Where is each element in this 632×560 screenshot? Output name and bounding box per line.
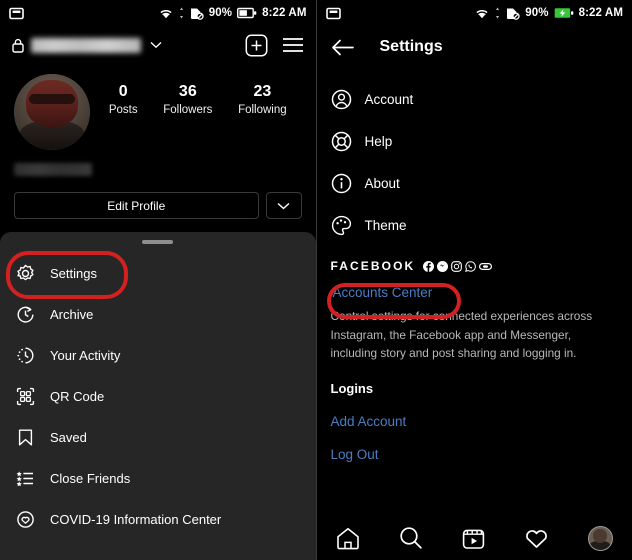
sheet-item-archive[interactable]: Archive: [0, 294, 316, 335]
full-name-censored: [14, 163, 92, 176]
chevron-down-icon[interactable]: [150, 41, 162, 49]
sheet-item-covid-info[interactable]: COVID-19 Information Center: [0, 499, 316, 540]
bookmark-icon: [16, 428, 42, 447]
stat-followers[interactable]: 36 Followers: [163, 82, 212, 119]
settings-item-help[interactable]: Help: [317, 120, 632, 162]
screenshot-root: 90% 8:22 AM 0 Posts 36 Followers 23 Foll…: [0, 0, 632, 560]
star-list-icon: [16, 469, 42, 488]
photo-icon: [325, 7, 341, 20]
page-title: Settings: [379, 38, 443, 55]
settings-item-label: Help: [364, 133, 393, 149]
info-icon: [331, 173, 355, 194]
updown-arrows-icon: [179, 7, 184, 19]
archive-clock-icon: [16, 305, 42, 324]
facebook-description: Control settings for connected experienc…: [330, 309, 593, 360]
battery-icon: [237, 7, 257, 19]
plus-square-icon[interactable]: [245, 34, 268, 57]
profile-buttons: Edit Profile: [0, 176, 316, 219]
bottom-sheet-menu: Settings Archive Your Activity QR Code S…: [0, 232, 316, 560]
sheet-item-label: Archive: [50, 307, 94, 322]
account-person-icon: [331, 89, 355, 110]
profile-section: 0 Posts 36 Followers 23 Following: [0, 64, 316, 150]
settings-item-label: Theme: [364, 217, 407, 233]
reels-icon[interactable]: [462, 527, 485, 550]
sd-card-off-icon: [505, 7, 520, 20]
right-phone-panel: 90% 8:22 AM Settings Account Help About …: [316, 0, 632, 560]
facebook-icon: [423, 260, 435, 272]
settings-item-about[interactable]: About: [317, 162, 632, 204]
help-lifebuoy-icon: [331, 131, 355, 152]
wifi-icon: [474, 7, 490, 20]
settings-item-label: About: [364, 175, 400, 191]
back-arrow-icon[interactable]: [331, 39, 354, 56]
username-censored[interactable]: [31, 37, 141, 53]
battery-percent: 90%: [525, 7, 549, 19]
stat-following[interactable]: 23 Following: [238, 82, 287, 119]
profile-header-bar: [0, 26, 316, 64]
gear-icon: [16, 264, 42, 283]
settings-header: Settings: [317, 26, 632, 68]
wifi-icon: [158, 7, 174, 20]
sheet-item-label: QR Code: [50, 389, 105, 404]
profile-stats: 0 Posts 36 Followers 23 Following: [90, 74, 302, 119]
stat-posts[interactable]: 0 Posts: [109, 82, 138, 119]
sheet-item-label: Close Friends: [50, 471, 131, 486]
sd-card-off-icon: [189, 7, 204, 20]
hamburger-menu-icon[interactable]: [282, 37, 304, 53]
followers-count: 36: [178, 83, 197, 100]
settings-item-theme[interactable]: Theme: [317, 204, 632, 246]
photo-icon: [9, 7, 24, 20]
facebook-brand-icons: [423, 260, 493, 272]
whatsapp-icon: [465, 260, 477, 272]
settings-item-account[interactable]: Account: [317, 78, 632, 120]
clock-time: 8:22 AM: [262, 7, 307, 19]
avatar[interactable]: [14, 74, 90, 150]
profile-dropdown-button[interactable]: [265, 192, 302, 219]
posts-label: Posts: [108, 104, 138, 116]
sheet-item-label: Your Activity: [50, 348, 121, 363]
log-out-link[interactable]: Log Out: [317, 429, 632, 462]
logins-heading: Logins: [330, 380, 374, 396]
status-bar-left: 90% 8:22 AM: [0, 0, 316, 26]
clock-time: 8:22 AM: [578, 7, 623, 19]
following-count: 23: [253, 83, 272, 100]
oculus-icon: [479, 262, 493, 271]
settings-item-label: Account: [364, 91, 414, 107]
activity-clock-icon: [16, 346, 42, 365]
messenger-icon: [437, 260, 449, 272]
sheet-item-qr-code[interactable]: QR Code: [0, 376, 316, 417]
sheet-item-close-friends[interactable]: Close Friends: [0, 458, 316, 499]
sheet-item-your-activity[interactable]: Your Activity: [0, 335, 316, 376]
sheet-item-saved[interactable]: Saved: [0, 417, 316, 458]
battery-charging-icon: [554, 7, 574, 19]
instagram-icon: [451, 260, 463, 272]
heart-icon[interactable]: [524, 527, 549, 549]
lock-icon: [12, 38, 24, 53]
sheet-item-label: Settings: [50, 266, 97, 281]
edit-profile-button[interactable]: Edit Profile: [14, 192, 259, 219]
sheet-menu-list: Settings Archive Your Activity QR Code S…: [0, 244, 316, 540]
covid-heart-icon: [16, 510, 42, 529]
updown-arrows-icon: [495, 7, 500, 19]
profile-avatar-icon[interactable]: [587, 525, 613, 551]
posts-count: 0: [118, 83, 128, 100]
search-icon[interactable]: [399, 526, 423, 550]
facebook-heading-label: FACEBOOK: [330, 259, 416, 273]
status-bar-right: 90% 8:22 AM: [316, 0, 632, 26]
battery-percent: 90%: [208, 7, 233, 19]
facebook-section-heading: FACEBOOK: [317, 246, 632, 273]
bottom-tab-bar: [316, 516, 632, 560]
accounts-center-link[interactable]: Accounts Center: [317, 273, 632, 300]
add-account-link[interactable]: Add Account: [317, 396, 632, 429]
left-phone-panel: 90% 8:22 AM 0 Posts 36 Followers 23 Foll…: [0, 0, 317, 560]
theme-palette-icon: [331, 215, 355, 236]
following-label: Following: [238, 104, 287, 116]
sheet-item-label: COVID-19 Information Center: [50, 512, 222, 527]
sheet-item-settings[interactable]: Settings: [0, 253, 316, 294]
qr-code-icon: [16, 387, 42, 406]
followers-label: Followers: [163, 104, 213, 116]
home-icon[interactable]: [336, 527, 360, 550]
sheet-item-label: Saved: [50, 430, 87, 445]
settings-list: Account Help About Theme: [317, 68, 632, 246]
